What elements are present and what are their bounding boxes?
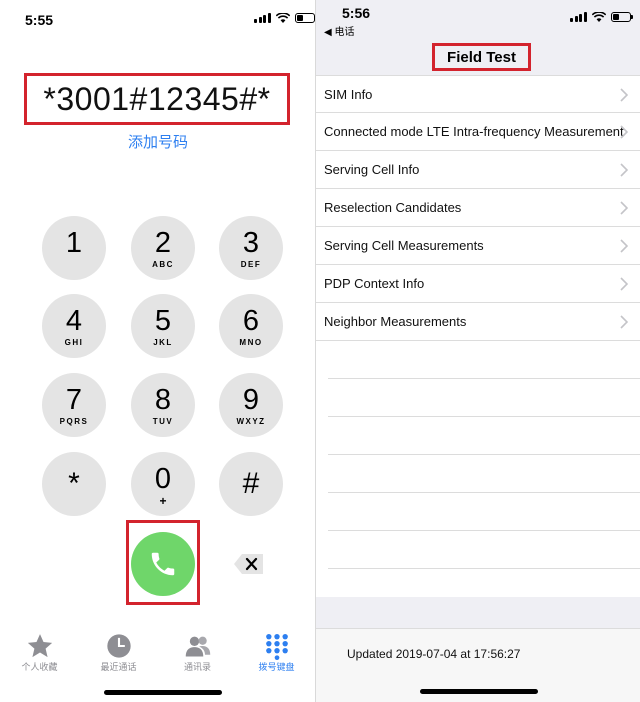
tab-label: 拨号键盘 <box>258 662 295 672</box>
add-number-link[interactable]: 添加号码 <box>0 131 316 152</box>
empty-row <box>328 531 640 569</box>
key-digit: 7 <box>65 384 83 416</box>
updated-timestamp: Updated 2019-07-04 at 17:56:27 <box>347 647 521 661</box>
key-star[interactable]: * <box>42 452 106 516</box>
key-letters: TUV <box>152 417 174 426</box>
wifi-icon <box>275 13 290 23</box>
signal-icon <box>254 13 271 23</box>
phone-icon <box>151 552 175 576</box>
key-letters: + <box>159 494 167 508</box>
list-item-neighbor-measurements[interactable]: Neighbor Measurements <box>316 303 640 341</box>
key-8[interactable]: 8 TUV <box>131 373 195 437</box>
list-item-pdp-context-info[interactable]: PDP Context Info <box>316 265 640 303</box>
status-icons <box>570 12 633 22</box>
key-4[interactable]: 4 GHI <box>42 294 106 358</box>
empty-row <box>328 455 640 493</box>
key-letters: JKL <box>153 338 173 347</box>
key-digit: # <box>242 467 260 500</box>
chevron-right-icon <box>620 315 628 329</box>
list-item-serving-cell-measurements[interactable]: Serving Cell Measurements <box>316 227 640 265</box>
key-digit: 9 <box>242 384 260 416</box>
tab-label: 通讯录 <box>183 662 211 672</box>
status-time: 5:55 <box>25 12 54 28</box>
key-letters: PQRS <box>59 417 89 426</box>
contacts-icon <box>185 636 210 657</box>
empty-row <box>328 417 640 455</box>
tab-label: 个人收藏 <box>21 662 58 672</box>
chevron-right-icon <box>620 163 628 177</box>
key-digit: * <box>68 467 80 500</box>
star-icon <box>27 634 52 658</box>
dialed-number: *3001#12345#* <box>43 80 271 117</box>
list-item-serving-cell-info[interactable]: Serving Cell Info <box>316 151 640 189</box>
key-letters: ABC <box>152 260 174 269</box>
key-3[interactable]: 3 DEF <box>219 216 283 280</box>
list-item-label: Serving Cell Info <box>324 162 420 177</box>
tab-recents[interactable]: 最近通话 <box>79 628 158 678</box>
key-6[interactable]: 6 MNO <box>219 294 283 358</box>
key-digit: 2 <box>154 227 172 259</box>
empty-row <box>328 341 640 379</box>
key-letters: GHI <box>64 338 84 347</box>
list-item-label: Neighbor Measurements <box>324 314 467 329</box>
battery-icon <box>610 12 633 22</box>
chevron-right-icon <box>620 88 628 102</box>
key-letters: WXYZ <box>236 417 266 426</box>
empty-row <box>328 379 640 417</box>
list-item-label: Reselection Candidates <box>324 200 462 215</box>
back-to-phone-link[interactable]: ◀ 电话 <box>324 23 354 38</box>
chevron-right-icon <box>620 277 628 291</box>
chevron-right-icon <box>620 201 628 215</box>
chevron-right-icon <box>620 125 628 139</box>
home-indicator[interactable] <box>104 690 222 695</box>
tab-favorites[interactable]: 个人收藏 <box>0 628 79 678</box>
empty-row <box>328 569 640 597</box>
key-1[interactable]: 1 <box>42 216 106 280</box>
tab-label: 最近通话 <box>100 662 137 672</box>
key-2[interactable]: 2 ABC <box>131 216 195 280</box>
key-digit: 4 <box>65 305 83 337</box>
key-7[interactable]: 7 PQRS <box>42 373 106 437</box>
field-test-screen: 5:56 ◀ 电话 Field Test SIM Info Connected … <box>316 0 640 702</box>
list-item-label: PDP Context Info <box>324 276 425 291</box>
status-time: 5:56 <box>342 5 371 21</box>
key-letters: MNO <box>239 338 263 347</box>
key-digit: 3 <box>242 227 260 259</box>
key-digit: 5 <box>154 305 172 337</box>
list-item-lte-intra-frequency[interactable]: Connected mode LTE Intra-frequency Measu… <box>316 113 640 151</box>
page-title: Field Test <box>432 43 531 71</box>
tab-keypad[interactable]: 拨号键盘 <box>237 628 316 678</box>
list-item-label: SIM Info <box>324 87 373 102</box>
page-title-text: Field Test <box>447 48 516 66</box>
backspace-icon[interactable] <box>233 552 265 576</box>
dialed-number-display: *3001#12345#* <box>24 73 290 125</box>
call-button[interactable] <box>131 532 195 596</box>
key-0[interactable]: 0 + <box>131 452 195 516</box>
tab-contacts[interactable]: 通讯录 <box>158 628 237 678</box>
key-digit: 0 <box>154 463 172 495</box>
list-item-reselection-candidates[interactable]: Reselection Candidates <box>316 189 640 227</box>
field-test-list: SIM Info Connected mode LTE Intra-freque… <box>316 75 640 597</box>
chevron-right-icon <box>620 239 628 253</box>
signal-icon <box>570 12 587 22</box>
key-9[interactable]: 9 WXYZ <box>219 373 283 437</box>
status-icons <box>254 13 316 23</box>
wifi-icon <box>591 12 606 22</box>
empty-row <box>328 493 640 531</box>
dialer-screen: 5:55 *3001#12345#* 添加号码 1 2 ABC 3 DEF 4 … <box>0 0 316 702</box>
tab-bar: 个人收藏 最近通话 通讯录 拨号键盘 <box>0 628 316 678</box>
list-item-label: Connected mode LTE Intra-frequency Measu… <box>324 124 624 139</box>
clock-icon <box>106 634 131 658</box>
key-letters: DEF <box>240 260 262 269</box>
battery-icon <box>294 13 316 23</box>
key-5[interactable]: 5 JKL <box>131 294 195 358</box>
key-digit: 8 <box>154 384 172 416</box>
list-item-label: Serving Cell Measurements <box>324 238 484 253</box>
list-item-sim-info[interactable]: SIM Info <box>316 75 640 113</box>
home-indicator[interactable] <box>420 689 538 694</box>
keypad-icon <box>265 633 288 660</box>
key-hash[interactable]: # <box>219 452 283 516</box>
key-digit: 1 <box>65 227 83 259</box>
key-digit: 6 <box>242 305 260 337</box>
